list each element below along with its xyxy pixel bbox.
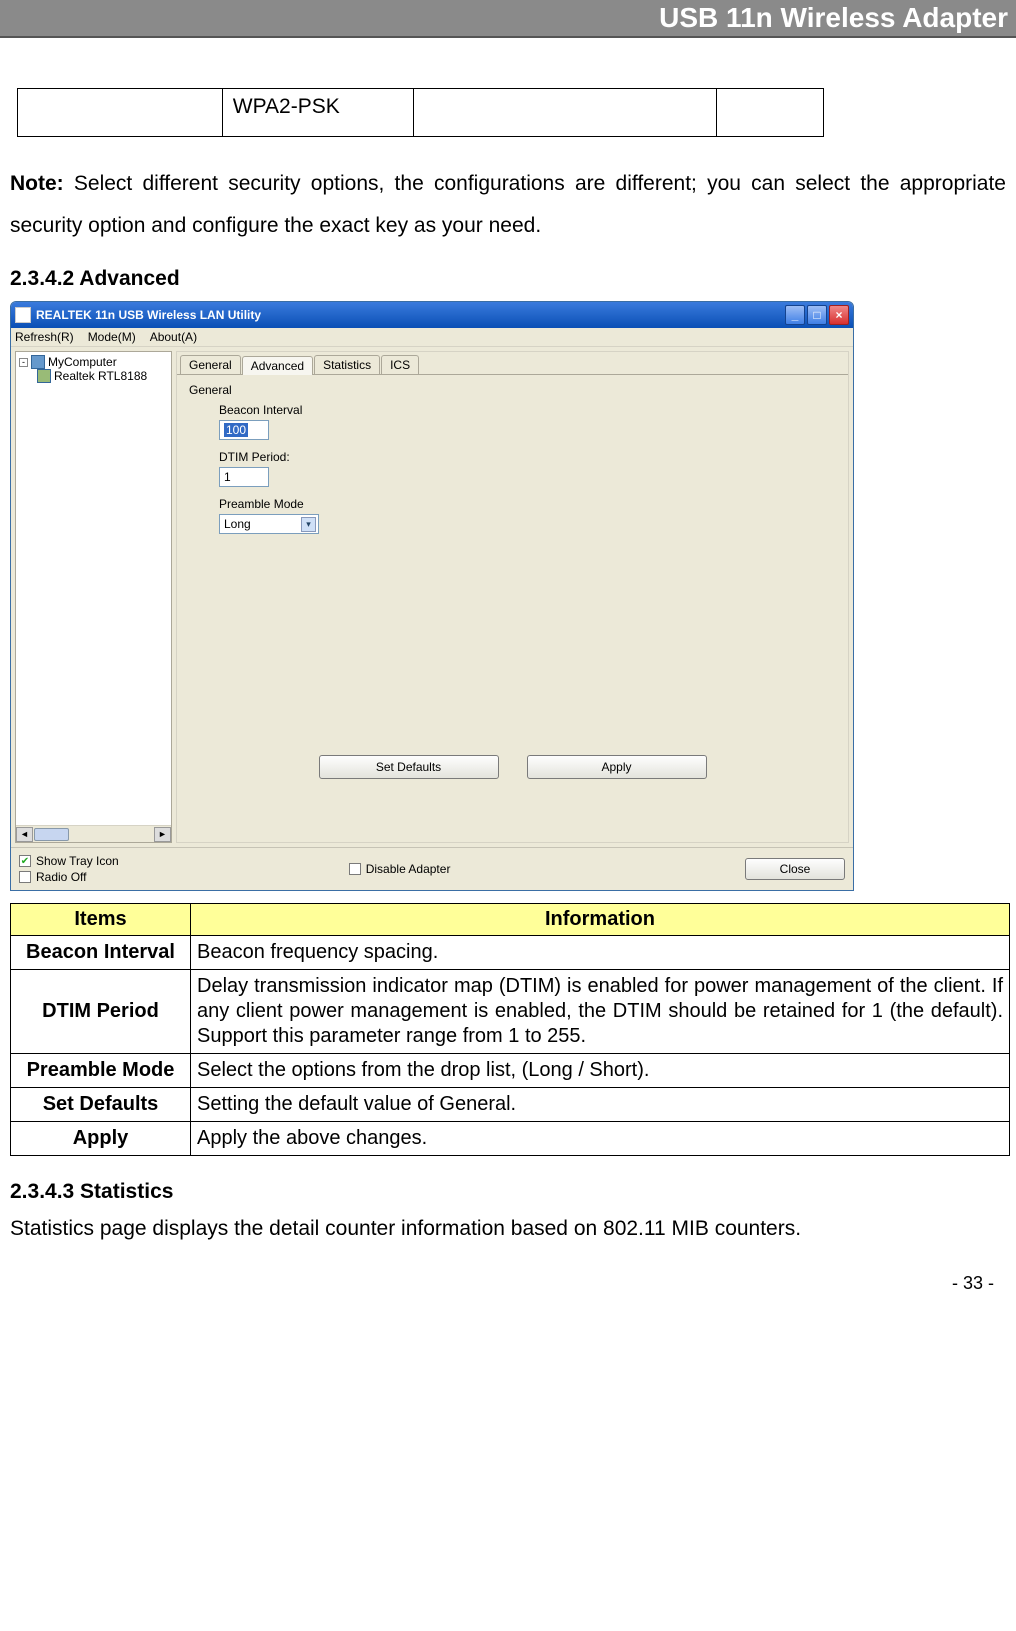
minimize-button[interactable]: _: [785, 305, 805, 325]
table-row: Beacon Interval Beacon frequency spacing…: [11, 936, 1010, 970]
tree-child-label: Realtek RTL8188: [54, 369, 147, 383]
tab-general[interactable]: General: [180, 355, 241, 374]
scroll-left-icon[interactable]: ◄: [16, 827, 33, 842]
tab-strip: General Advanced Statistics ICS: [177, 352, 848, 375]
adapter-icon: [37, 369, 51, 383]
row-info: Select the options from the drop list, (…: [191, 1054, 1010, 1088]
checkbox-checked-icon: ✔: [19, 855, 31, 867]
show-tray-label: Show Tray Icon: [36, 854, 119, 868]
page-number: - 33 -: [0, 1253, 1016, 1304]
checkbox-unchecked-icon: [19, 871, 31, 883]
note-text: Select different security options, the c…: [10, 172, 1006, 237]
menu-mode[interactable]: Mode(M): [88, 330, 136, 344]
wpa-row: WPA2-PSK: [18, 89, 824, 137]
beacon-interval-input[interactable]: 100: [219, 420, 269, 440]
wpa-cell-4: [717, 89, 824, 137]
page-header: USB 11n Wireless Adapter: [0, 0, 1016, 38]
row-info: Beacon frequency spacing.: [191, 936, 1010, 970]
table-row: Set Defaults Setting the default value o…: [11, 1088, 1010, 1122]
checkbox-unchecked-icon: [349, 863, 361, 875]
menu-about[interactable]: About(A): [150, 330, 197, 344]
set-defaults-button[interactable]: Set Defaults: [319, 755, 499, 779]
tree-child-row[interactable]: Realtek RTL8188: [19, 369, 168, 383]
main-pane: General Advanced Statistics ICS General …: [176, 351, 849, 843]
row-info: Delay transmission indicator map (DTIM) …: [191, 970, 1010, 1054]
section-advanced-heading: 2.3.4.2 Advanced: [10, 267, 1006, 291]
section-statistics-heading: 2.3.4.3 Statistics: [10, 1180, 1006, 1204]
group-label-general: General: [189, 383, 836, 397]
table-row: Apply Apply the above changes.: [11, 1122, 1010, 1156]
header-information: Information: [191, 904, 1010, 936]
menu-bar: Refresh(R) Mode(M) About(A): [11, 328, 853, 347]
disable-adapter-checkbox[interactable]: Disable Adapter: [349, 862, 451, 876]
apply-button[interactable]: Apply: [527, 755, 707, 779]
scroll-thumb[interactable]: [34, 828, 69, 841]
tree-root-row[interactable]: - MyComputer: [19, 355, 168, 369]
scroll-right-icon[interactable]: ►: [154, 827, 171, 842]
row-info: Setting the default value of General.: [191, 1088, 1010, 1122]
window-title: REALTEK 11n USB Wireless LAN Utility: [36, 308, 261, 322]
row-item: Set Defaults: [11, 1088, 191, 1122]
tab-advanced[interactable]: Advanced: [242, 356, 313, 375]
radio-off-label: Radio Off: [36, 870, 86, 884]
wpa-cell-2: WPA2-PSK: [222, 89, 414, 137]
table-row: DTIM Period Delay transmission indicator…: [11, 970, 1010, 1054]
statistics-paragraph: Statistics page displays the detail coun…: [10, 1214, 1006, 1243]
menu-refresh[interactable]: Refresh(R): [15, 330, 74, 344]
row-item: Apply: [11, 1122, 191, 1156]
preamble-mode-label: Preamble Mode: [219, 497, 836, 511]
tab-ics[interactable]: ICS: [381, 355, 419, 374]
header-items: Items: [11, 904, 191, 936]
close-window-button[interactable]: ×: [829, 305, 849, 325]
show-tray-checkbox[interactable]: ✔ Show Tray Icon: [19, 854, 119, 868]
dtim-period-input[interactable]: 1: [219, 467, 269, 487]
footer-bar: ✔ Show Tray Icon Radio Off Disable Adapt…: [11, 847, 853, 890]
tree-root-label: MyComputer: [48, 355, 117, 369]
tree-collapse-icon[interactable]: -: [19, 358, 28, 367]
tab-statistics[interactable]: Statistics: [314, 355, 380, 374]
row-item: DTIM Period: [11, 970, 191, 1054]
note-paragraph: Note: Select different security options,…: [10, 163, 1006, 247]
dtim-period-label: DTIM Period:: [219, 450, 836, 464]
close-button[interactable]: Close: [745, 858, 845, 880]
info-table-header-row: Items Information: [11, 904, 1010, 936]
radio-off-checkbox[interactable]: Radio Off: [19, 870, 119, 884]
row-item: Preamble Mode: [11, 1054, 191, 1088]
app-window: REALTEK 11n USB Wireless LAN Utility _ □…: [10, 301, 854, 891]
row-info: Apply the above changes.: [191, 1122, 1010, 1156]
info-table: Items Information Beacon Interval Beacon…: [10, 903, 1010, 1156]
device-tree[interactable]: - MyComputer Realtek RTL8188 ◄ ►: [15, 351, 172, 843]
wpa-cell-1: [18, 89, 223, 137]
wpa-table: WPA2-PSK: [17, 88, 824, 137]
chevron-down-icon[interactable]: ▾: [301, 517, 316, 532]
title-bar[interactable]: REALTEK 11n USB Wireless LAN Utility _ □…: [11, 302, 853, 328]
header-title: USB 11n Wireless Adapter: [659, 2, 1008, 33]
tree-scrollbar[interactable]: ◄ ►: [16, 825, 171, 842]
beacon-interval-label: Beacon Interval: [219, 403, 836, 417]
computer-icon: [31, 355, 45, 369]
table-row: Preamble Mode Select the options from th…: [11, 1054, 1010, 1088]
disable-adapter-label: Disable Adapter: [366, 862, 451, 876]
note-label: Note:: [10, 172, 64, 195]
app-icon: [15, 307, 31, 323]
preamble-mode-value: Long: [224, 517, 251, 531]
maximize-button[interactable]: □: [807, 305, 827, 325]
preamble-mode-select[interactable]: Long ▾: [219, 514, 319, 534]
row-item: Beacon Interval: [11, 936, 191, 970]
wpa-cell-3: [414, 89, 717, 137]
